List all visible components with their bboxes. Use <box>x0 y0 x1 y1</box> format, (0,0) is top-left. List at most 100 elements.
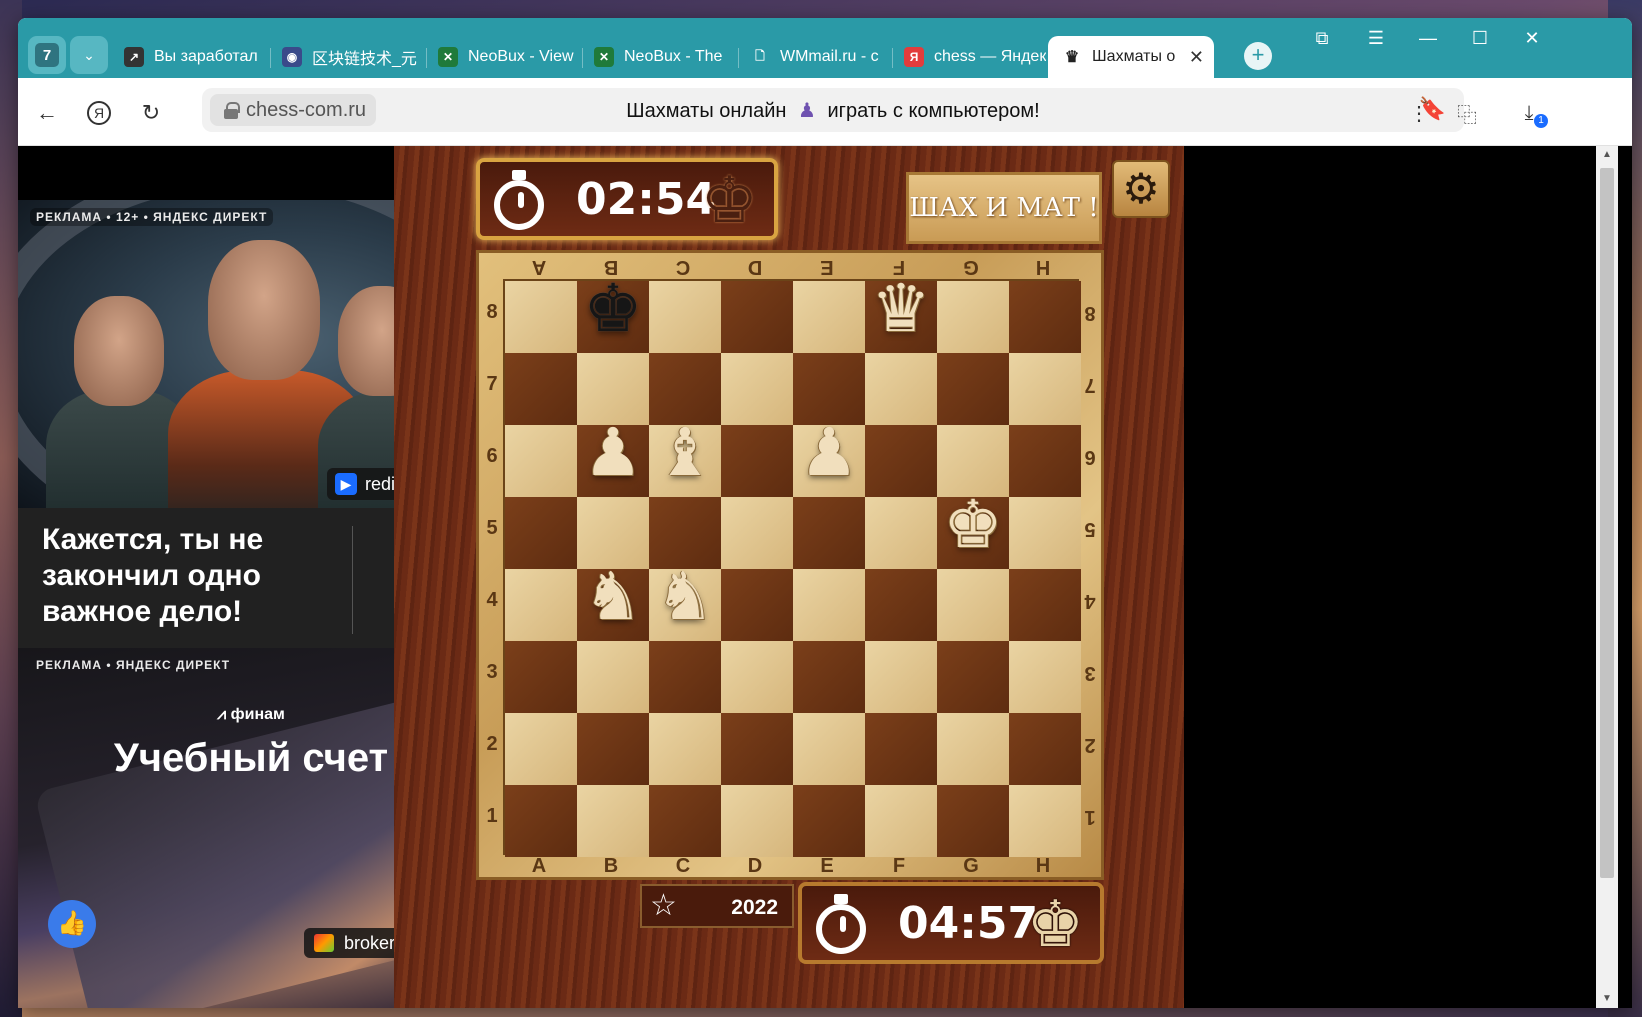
square-d2[interactable] <box>721 713 793 785</box>
square-a7[interactable] <box>505 353 577 425</box>
square-e2[interactable] <box>793 713 865 785</box>
square-a8[interactable] <box>505 281 577 353</box>
ad-headline[interactable]: Кажется, ты не закончил одно важное дело… <box>42 522 352 630</box>
collections-icon[interactable]: ⧉ <box>1302 28 1342 49</box>
scroll-down-icon[interactable]: ▼ <box>1596 990 1618 1008</box>
white-knight-piece[interactable]: ♞ <box>577 551 649 643</box>
square-e1[interactable] <box>793 785 865 857</box>
white-pawn-piece[interactable]: ♟ <box>577 407 649 499</box>
square-a2[interactable] <box>505 713 577 785</box>
white-pawn-piece[interactable]: ♟ <box>793 407 865 499</box>
square-b8[interactable]: ♚ <box>577 270 649 353</box>
square-a6[interactable] <box>505 425 577 497</box>
square-a5[interactable] <box>505 497 577 569</box>
download-icon[interactable]: ⤓ 1 <box>1512 96 1548 130</box>
back-arrow-icon[interactable]: ← <box>30 96 64 130</box>
square-c3[interactable] <box>649 641 721 713</box>
tab-6[interactable]: Яchess — Яндек <box>896 40 1046 74</box>
checkmate-button[interactable]: ШАХ И МАТ ! <box>906 172 1102 244</box>
tab-4[interactable]: ✕ NeoBux - The <box>586 40 736 74</box>
square-e8[interactable] <box>793 281 865 353</box>
reader-icon[interactable]: ⿻ <box>1450 96 1484 130</box>
square-g2[interactable] <box>937 713 1009 785</box>
square-h4[interactable] <box>1009 569 1081 641</box>
square-f4[interactable] <box>865 569 937 641</box>
black-king-piece[interactable]: ♚ <box>577 263 649 355</box>
square-h7[interactable] <box>1009 353 1081 425</box>
square-a4[interactable] <box>505 569 577 641</box>
square-e4[interactable] <box>793 569 865 641</box>
scroll-up-icon[interactable]: ▲ <box>1596 146 1618 164</box>
square-h3[interactable] <box>1009 641 1081 713</box>
tab-3[interactable]: ✕ NeoBux - View <box>430 40 580 74</box>
square-c2[interactable] <box>649 713 721 785</box>
square-g3[interactable] <box>937 641 1009 713</box>
tab-list-chevron-icon[interactable]: ⌄ <box>70 36 108 74</box>
square-f6[interactable] <box>865 425 937 497</box>
square-g8[interactable] <box>937 281 1009 353</box>
scrollbar[interactable]: ▲ ▼ <box>1596 146 1618 1008</box>
black-king-icon: ♚ <box>700 164 758 236</box>
square-h5[interactable] <box>1009 497 1081 569</box>
square-e3[interactable] <box>793 641 865 713</box>
menu-icon[interactable]: ☰ <box>1356 28 1396 49</box>
square-d4[interactable] <box>721 569 793 641</box>
square-f2[interactable] <box>865 713 937 785</box>
tab-2[interactable]: ◉ 区块链技术_元 <box>274 40 424 74</box>
square-a3[interactable] <box>505 641 577 713</box>
square-h1[interactable] <box>1009 785 1081 857</box>
square-c8[interactable] <box>649 281 721 353</box>
address-bar[interactable]: chess-com.ru Шахматы онлайн ♟ играть с к… <box>202 88 1464 132</box>
more-options-icon[interactable]: ⋮ <box>1402 96 1436 130</box>
chess-board[interactable]: ♚ ♛ ♟ ♝ ♟ ♚ ♞ ♞ <box>503 270 1081 857</box>
square-g5[interactable]: ♚ <box>937 486 1009 569</box>
new-tab-button[interactable]: + <box>1244 42 1272 70</box>
square-d1[interactable] <box>721 785 793 857</box>
close-tab-icon[interactable]: ✕ <box>1189 47 1204 68</box>
square-g1[interactable] <box>937 785 1009 857</box>
square-f3[interactable] <box>865 641 937 713</box>
square-b4[interactable]: ♞ <box>577 558 649 641</box>
square-d8[interactable] <box>721 281 793 353</box>
rating-box[interactable]: ☆ 2022 <box>640 884 794 928</box>
white-queen-piece[interactable]: ♛ <box>865 263 937 355</box>
tab-counter-button[interactable]: 7 <box>28 36 66 74</box>
square-a1[interactable] <box>505 785 577 857</box>
square-e5[interactable] <box>793 497 865 569</box>
square-b1[interactable] <box>577 785 649 857</box>
yandex-icon[interactable]: Я <box>82 96 116 130</box>
white-bishop-piece[interactable]: ♝ <box>649 407 721 499</box>
square-c4[interactable]: ♞ <box>649 558 721 641</box>
maximize-button[interactable]: ☐ <box>1460 28 1500 49</box>
minimize-button[interactable]: — <box>1408 28 1448 49</box>
square-b6[interactable]: ♟ <box>577 414 649 497</box>
square-d7[interactable] <box>721 353 793 425</box>
square-f1[interactable] <box>865 785 937 857</box>
square-b2[interactable] <box>577 713 649 785</box>
close-window-button[interactable]: ✕ <box>1512 28 1552 49</box>
settings-gear-icon[interactable]: ⚙ <box>1112 160 1170 218</box>
square-e6[interactable]: ♟ <box>793 414 865 497</box>
square-g4[interactable] <box>937 569 1009 641</box>
square-h2[interactable] <box>1009 713 1081 785</box>
square-c1[interactable] <box>649 785 721 857</box>
reload-icon[interactable]: ↻ <box>134 96 168 130</box>
white-knight-piece[interactable]: ♞ <box>649 551 721 643</box>
square-d6[interactable] <box>721 425 793 497</box>
square-f5[interactable] <box>865 497 937 569</box>
tab-active[interactable]: ♛ Шахматы о ✕ <box>1048 36 1214 78</box>
square-h8[interactable] <box>1009 281 1081 353</box>
square-f7[interactable] <box>865 353 937 425</box>
square-h6[interactable] <box>1009 425 1081 497</box>
square-d3[interactable] <box>721 641 793 713</box>
thumbs-up-icon[interactable]: 👍 <box>48 900 96 948</box>
scroll-thumb[interactable] <box>1600 168 1614 878</box>
square-b3[interactable] <box>577 641 649 713</box>
square-g7[interactable] <box>937 353 1009 425</box>
square-c6[interactable]: ♝ <box>649 414 721 497</box>
white-king-piece[interactable]: ♚ <box>937 479 1009 571</box>
square-f8[interactable]: ♛ <box>865 270 937 353</box>
tab-1[interactable]: ↗ Вы заработал <box>116 40 266 74</box>
square-d5[interactable] <box>721 497 793 569</box>
tab-5[interactable]: 🗋 WMmail.ru - c <box>742 40 892 74</box>
